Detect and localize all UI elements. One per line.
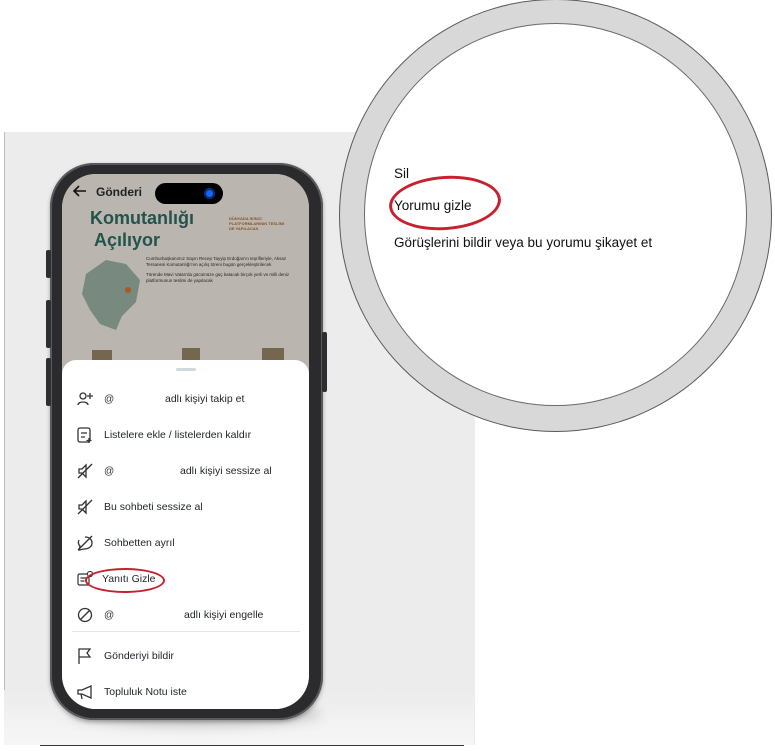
- menu-item-report-post[interactable]: Gönderiyi bildir: [62, 640, 309, 672]
- leave-conversation-icon: [77, 535, 93, 551]
- zoom-menu-item-report: Görüşlerini bildir veya bu yorumu şikaye…: [394, 235, 653, 250]
- menu-item-label: adlı kişiyi engelle: [184, 609, 264, 621]
- menu-separator: [72, 631, 300, 632]
- phone-side-button: [46, 358, 51, 406]
- menu-item-community-note[interactable]: Topluluk Notu iste: [62, 676, 309, 708]
- menu-item-label: Bu sohbeti sessize al: [104, 501, 203, 513]
- menu-item-label: adlı kişiyi sessize al: [180, 465, 272, 477]
- phone-side-button: [46, 300, 51, 348]
- mute-icon: [77, 499, 93, 515]
- menu-item-label: Sohbetten ayrıl: [104, 537, 175, 549]
- menu-item-mute-user[interactable]: @ adlı kişiyi sessize al: [62, 455, 309, 487]
- action-sheet: @ adlı kişiyi takip et Listelere ekle / …: [62, 360, 309, 709]
- back-arrow-icon[interactable]: [72, 183, 88, 199]
- menu-item-label: adlı kişiyi takip et: [165, 393, 245, 405]
- zoom-menu-item-delete: Sil: [394, 166, 410, 181]
- phone-side-button: [46, 250, 51, 278]
- menu-item-label: Gönderiyi bildir: [104, 650, 175, 662]
- user-handle: @: [104, 393, 115, 405]
- menu-item-follow[interactable]: @ adlı kişiyi takip et: [62, 383, 309, 415]
- user-handle: @: [104, 609, 115, 621]
- dynamic-island: [155, 183, 223, 204]
- menu-item-leave-conversation[interactable]: Sohbetten ayrıl: [62, 527, 309, 559]
- sheet-grab-handle[interactable]: [176, 368, 196, 371]
- menu-item-mute-conversation[interactable]: Bu sohbeti sessize al: [62, 491, 309, 523]
- camera-icon: [204, 188, 215, 199]
- list-icon: [77, 427, 92, 443]
- follow-user-icon: [77, 392, 93, 406]
- megaphone-icon: [77, 684, 92, 700]
- menu-item-label: Topluluk Notu iste: [104, 686, 187, 698]
- menu-item-lists[interactable]: Listelere ekle / listelerden kaldır: [62, 419, 309, 451]
- mute-icon: [77, 463, 93, 479]
- phone-power-button: [322, 332, 327, 392]
- block-icon: [77, 607, 93, 623]
- highlight-oval: [85, 568, 165, 593]
- menu-item-label: Listelere ekle / listelerden kaldır: [104, 429, 252, 441]
- scrim: [62, 174, 309, 374]
- page-title: Gönderi: [96, 185, 143, 199]
- flag-icon: [78, 648, 92, 664]
- bottom-rule: [40, 745, 464, 746]
- user-handle: @: [104, 465, 115, 477]
- menu-item-block-user[interactable]: @ adlı kişiyi engelle: [62, 599, 309, 631]
- phone-screen: Komutanlığı Açılıyor DÜNYADA İKİNCİ PLAT…: [62, 174, 309, 709]
